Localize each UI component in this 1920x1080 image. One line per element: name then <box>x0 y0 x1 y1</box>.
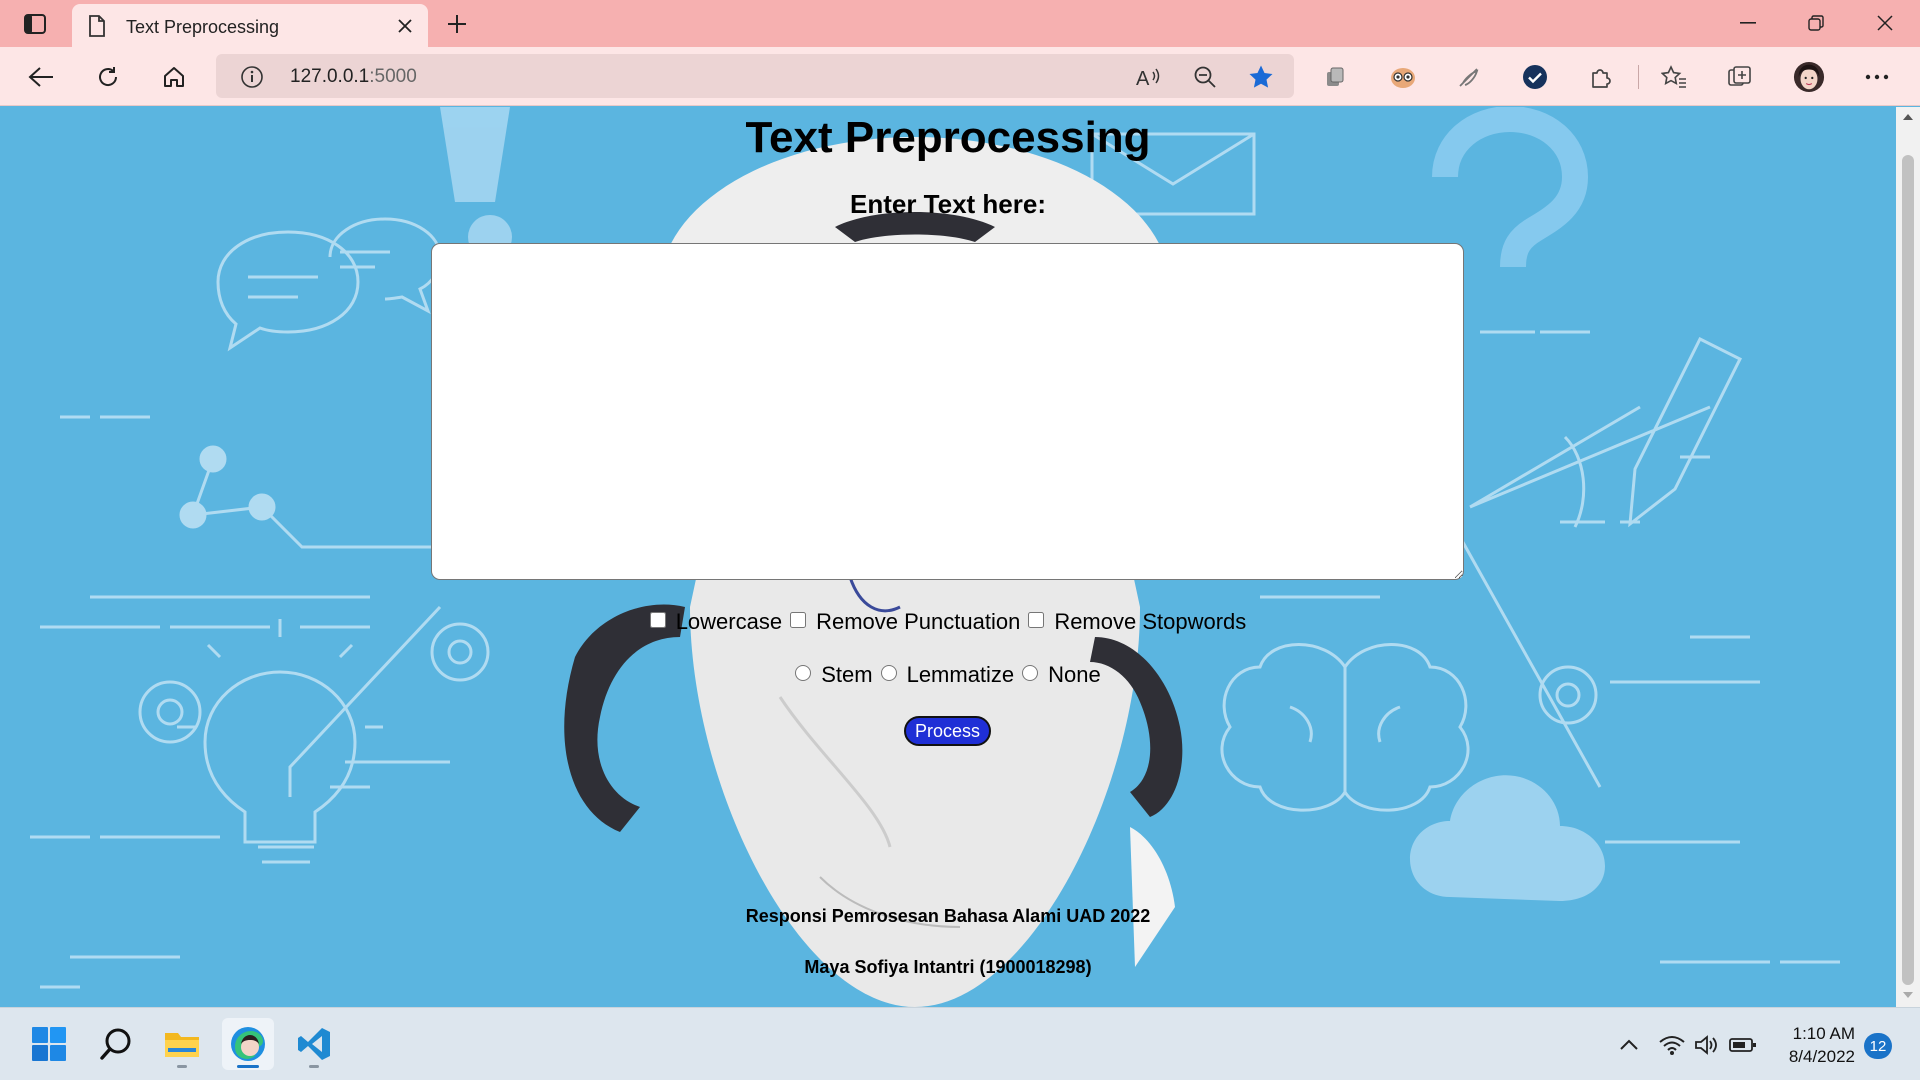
browser-navbar: 127.0.0.1:5000 A <box>0 47 1920 106</box>
chevron-up-icon[interactable] <box>1614 1030 1644 1060</box>
browser-tab[interactable]: Text Preprocessing <box>72 4 428 47</box>
option-none[interactable]: None <box>1022 662 1101 688</box>
option-remove-punctuation[interactable]: Remove Punctuation <box>790 609 1020 635</box>
site-info-icon[interactable] <box>240 65 264 89</box>
edge-icon[interactable] <box>222 1018 274 1070</box>
back-icon[interactable] <box>22 58 60 96</box>
restore-icon[interactable] <box>1786 6 1846 40</box>
remove-punctuation-checkbox[interactable] <box>790 612 807 628</box>
close-window-icon[interactable] <box>1855 6 1915 40</box>
preprocessing-options: Lowercase Remove Punctuation Remove Stop… <box>0 609 1896 635</box>
none-label: None <box>1048 662 1101 687</box>
collections-icon[interactable] <box>1724 61 1756 93</box>
running-indicator <box>177 1065 187 1068</box>
process-button[interactable]: Process <box>904 716 991 746</box>
extension-quill-icon[interactable] <box>1453 61 1485 93</box>
favorite-star-icon[interactable] <box>1246 63 1276 91</box>
lemmatize-radio[interactable] <box>880 665 897 681</box>
remove-stopwords-checkbox[interactable] <box>1028 612 1045 628</box>
clock-time: 1:10 AM <box>1792 1024 1855 1043</box>
address-bar[interactable]: 127.0.0.1:5000 A <box>216 54 1294 98</box>
remove-stopwords-label: Remove Stopwords <box>1054 609 1247 634</box>
search-icon[interactable] <box>90 1018 142 1070</box>
scroll-up-icon[interactable] <box>1902 113 1914 121</box>
notification-badge[interactable]: 12 <box>1864 1033 1892 1059</box>
option-lowercase[interactable]: Lowercase <box>649 609 783 635</box>
option-stem[interactable]: Stem <box>795 662 873 688</box>
lowercase-checkbox[interactable] <box>649 612 666 628</box>
volume-icon[interactable] <box>1692 1030 1722 1060</box>
footer-author: Maya Sofiya Intantri (1900018298) <box>804 957 1092 977</box>
windows-taskbar: 1:10 AM 8/4/2022 12 <box>0 1007 1920 1080</box>
extension-face-icon[interactable] <box>1387 61 1419 93</box>
browser-titlebar: Text Preprocessing <box>0 0 1920 47</box>
svg-text:A: A <box>1136 68 1150 88</box>
preprocessing-form: Text Preprocessing Enter Text here: Lowe… <box>0 107 1896 1007</box>
wifi-icon[interactable] <box>1657 1030 1687 1060</box>
remove-punctuation-label: Remove Punctuation <box>816 609 1021 634</box>
option-lemmatize[interactable]: Lemmatize <box>880 662 1015 688</box>
page-icon <box>88 15 106 37</box>
url-host: 127.0.0.1 <box>290 66 370 87</box>
extensions-puzzle-icon[interactable] <box>1585 61 1617 93</box>
extension-check-icon[interactable] <box>1519 61 1551 93</box>
refresh-icon[interactable] <box>89 58 127 96</box>
running-indicator <box>309 1065 319 1068</box>
home-icon[interactable] <box>155 58 193 96</box>
scroll-down-icon[interactable] <box>1902 991 1914 999</box>
battery-icon[interactable] <box>1728 1030 1758 1060</box>
tab-actions-icon[interactable] <box>18 9 52 39</box>
read-aloud-icon[interactable]: A <box>1134 63 1164 91</box>
stem-radio[interactable] <box>795 665 812 681</box>
windows-start-icon[interactable] <box>23 1018 75 1070</box>
clock-date: 8/4/2022 <box>1788 1047 1855 1066</box>
vscode-icon[interactable] <box>288 1018 340 1070</box>
normalization-options: Stem Lemmatize None <box>0 662 1896 688</box>
system-clock[interactable]: 1:10 AM 8/4/2022 <box>1775 1022 1855 1068</box>
scroll-thumb[interactable] <box>1902 155 1914 985</box>
option-remove-stopwords[interactable]: Remove Stopwords <box>1028 609 1246 635</box>
lowercase-label: Lowercase <box>675 609 783 634</box>
none-radio[interactable] <box>1022 665 1039 681</box>
toolbar-divider <box>1638 65 1639 89</box>
text-input[interactable] <box>431 243 1464 580</box>
vertical-scrollbar[interactable] <box>1896 107 1920 1007</box>
page-viewport: Text Preprocessing Enter Text here: Lowe… <box>0 107 1896 1007</box>
url-port: :5000 <box>369 66 417 87</box>
profile-avatar-icon[interactable] <box>1793 61 1825 93</box>
page-title: Text Preprocessing <box>745 113 1151 162</box>
more-options-icon[interactable] <box>1861 61 1893 93</box>
file-explorer-icon[interactable] <box>156 1018 208 1070</box>
minimize-icon[interactable] <box>1718 6 1778 40</box>
active-indicator <box>237 1065 259 1068</box>
favorites-icon[interactable] <box>1658 61 1690 93</box>
footer-course: Responsi Pemrosesan Bahasa Alami UAD 202… <box>745 906 1151 926</box>
lemmatize-label: Lemmatize <box>906 662 1015 687</box>
text-input-label: Enter Text here: <box>849 189 1046 219</box>
new-tab-icon[interactable] <box>440 9 474 39</box>
tab-title: Text Preprocessing <box>126 17 280 37</box>
url-text[interactable]: 127.0.0.1:5000 <box>290 66 417 88</box>
collections-apps-icon[interactable] <box>1320 61 1352 93</box>
close-tab-icon[interactable] <box>392 13 418 39</box>
zoom-out-icon[interactable] <box>1190 63 1220 91</box>
stem-label: Stem <box>821 662 873 687</box>
